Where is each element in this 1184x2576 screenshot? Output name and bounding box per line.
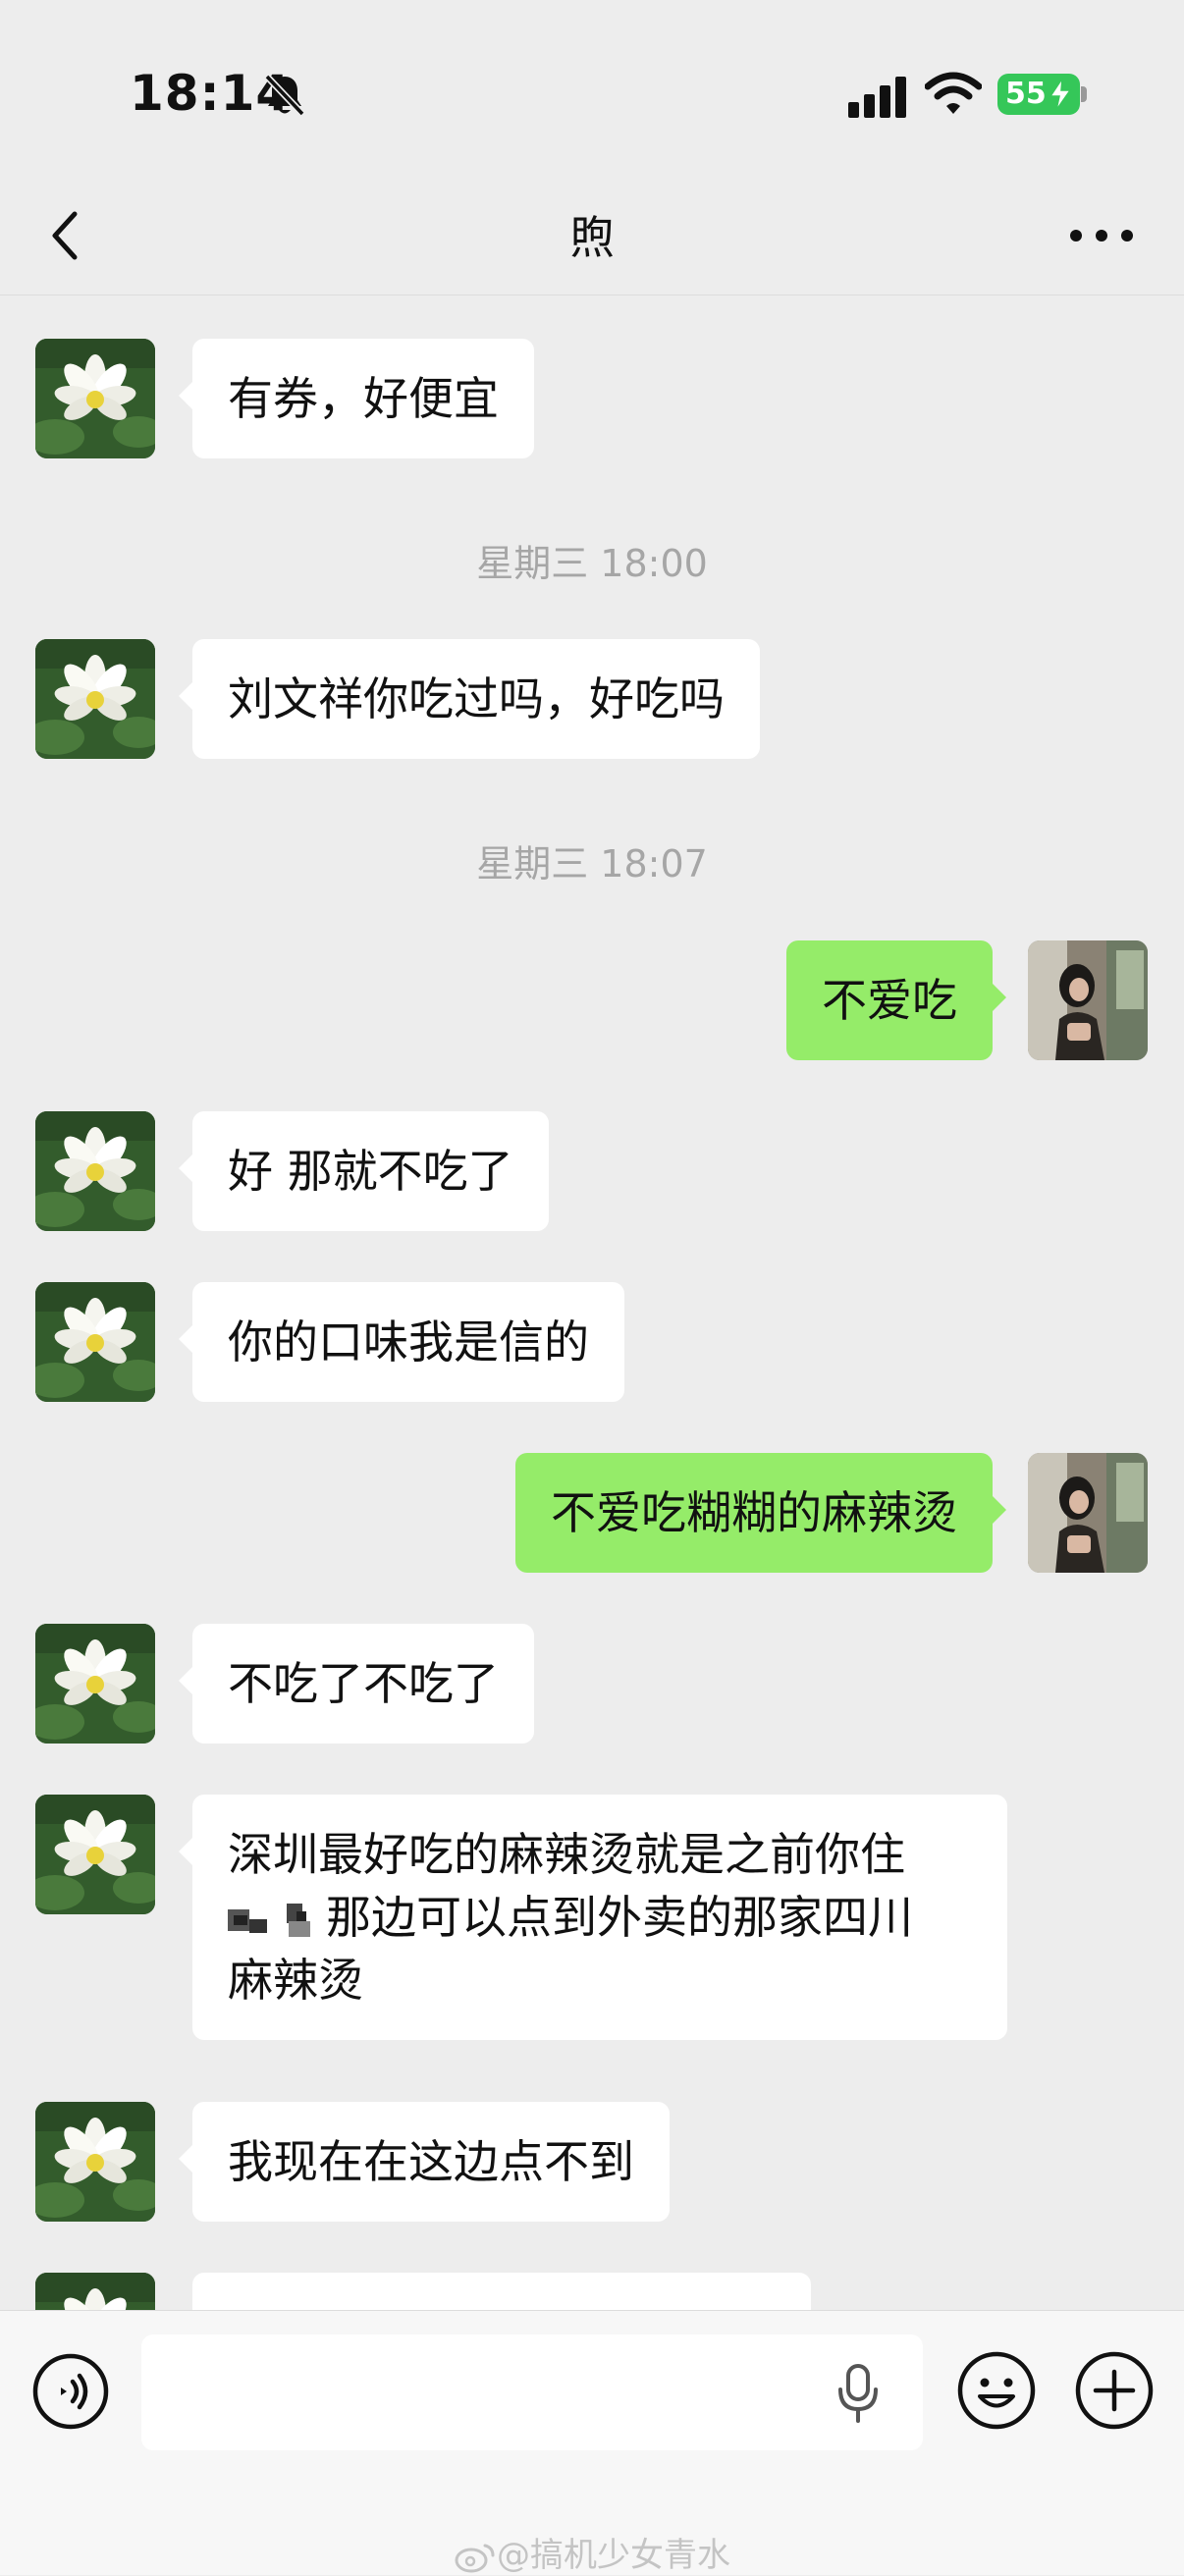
- contact-avatar[interactable]: [35, 1282, 155, 1402]
- contact-avatar[interactable]: [35, 339, 155, 458]
- lotus-avatar-image: [35, 1795, 155, 1914]
- contact-avatar[interactable]: [35, 2273, 155, 2310]
- contact-avatar[interactable]: [35, 1795, 155, 1914]
- message-bubble-incoming[interactable]: 有券，好便宜: [179, 339, 534, 458]
- redaction-mosaic: [228, 1903, 310, 1937]
- message-bubble-incoming[interactable]: 好 那就不吃了: [179, 1111, 549, 1231]
- contact-avatar[interactable]: [35, 2102, 155, 2222]
- message-text: 那边可以点到外卖的那家四川: [326, 1891, 913, 1944]
- lotus-avatar-image: [35, 639, 155, 759]
- signal-icon: [848, 77, 906, 118]
- contact-avatar[interactable]: [35, 639, 155, 759]
- message-bubble-incoming[interactable]: [192, 2273, 811, 2310]
- message-text: 你的口味我是信的: [228, 1315, 589, 1368]
- lotus-avatar-image: [35, 1111, 155, 1231]
- weibo-logo-icon: [455, 2544, 495, 2572]
- message-text: 不爱吃糊糊的麻辣烫: [551, 1486, 957, 1539]
- wifi-icon: [925, 72, 982, 114]
- plus-icon[interactable]: [1074, 2350, 1155, 2431]
- lotus-avatar-image: [35, 2273, 155, 2310]
- message-text-line: 麻辣烫: [228, 1954, 363, 2007]
- user-avatar[interactable]: [1028, 1453, 1148, 1573]
- message-bubble-outgoing[interactable]: 不爱吃: [786, 940, 1006, 1060]
- message-text: 有券，好便宜: [228, 372, 499, 425]
- user-avatar-image: [1028, 1453, 1148, 1573]
- message-bubble-incoming[interactable]: 刘文祥你吃过吗，好吃吗: [179, 639, 760, 759]
- watermark-text: @搞机少女青水: [497, 2536, 730, 2575]
- message-input[interactable]: [141, 2334, 923, 2450]
- message-text: 刘文祥你吃过吗，好吃吗: [228, 672, 725, 725]
- more-icon[interactable]: [1066, 216, 1137, 255]
- user-avatar-image: [1028, 940, 1148, 1060]
- emoji-icon[interactable]: [956, 2350, 1037, 2431]
- message-bubble-outgoing[interactable]: 不爱吃糊糊的麻辣烫: [515, 1453, 1006, 1573]
- message-bubble-incoming[interactable]: 不吃了不吃了: [179, 1624, 534, 1744]
- message-text-line-redacted: 那边可以点到外卖的那家四川: [228, 1886, 972, 1949]
- lotus-avatar-image: [35, 339, 155, 458]
- message-text: 不吃了不吃了: [228, 1657, 499, 1710]
- message-bubble-incoming[interactable]: 你的口味我是信的: [179, 1282, 624, 1402]
- message-bubble-incoming[interactable]: 我现在在这边点不到: [179, 2102, 670, 2222]
- battery-level: 55: [1005, 77, 1047, 111]
- message-text: 我现在在这边点不到: [228, 2135, 634, 2188]
- lotus-avatar-image: [35, 2102, 155, 2222]
- voice-icon[interactable]: [31, 2352, 110, 2431]
- lotus-avatar-image: [35, 1624, 155, 1744]
- nav-bar: 煦: [0, 177, 1184, 295]
- timestamp: 星期三 18:00: [476, 542, 708, 585]
- contact-avatar[interactable]: [35, 1111, 155, 1231]
- chat-area[interactable]: 有券，好便宜 星期三 18:00 刘文祥你吃过吗，好吃吗 星期三 18:07 不…: [0, 295, 1184, 2310]
- contact-avatar[interactable]: [35, 1624, 155, 1744]
- timestamp: 星期三 18:07: [476, 842, 708, 886]
- message-text-line: 深圳最好吃的麻辣烫就是之前你住: [228, 1828, 905, 1881]
- watermark: @搞机少女青水: [0, 2528, 1184, 2576]
- lotus-avatar-image: [35, 1282, 155, 1402]
- message-bubble-incoming[interactable]: 深圳最好吃的麻辣烫就是之前你住 那边可以点到外卖的那家四川 麻辣烫: [179, 1795, 1007, 2040]
- chat-title: 煦: [569, 211, 615, 264]
- status-bar: 18:14 55: [0, 0, 1184, 177]
- user-avatar[interactable]: [1028, 940, 1148, 1060]
- message-text: 好 那就不吃了: [228, 1145, 513, 1198]
- bolt-icon: [1049, 79, 1072, 110]
- mic-icon[interactable]: [834, 2362, 882, 2425]
- bell-slash-icon: [264, 74, 305, 117]
- message-text: 不爱吃: [822, 974, 957, 1027]
- battery-tip: [1081, 86, 1087, 102]
